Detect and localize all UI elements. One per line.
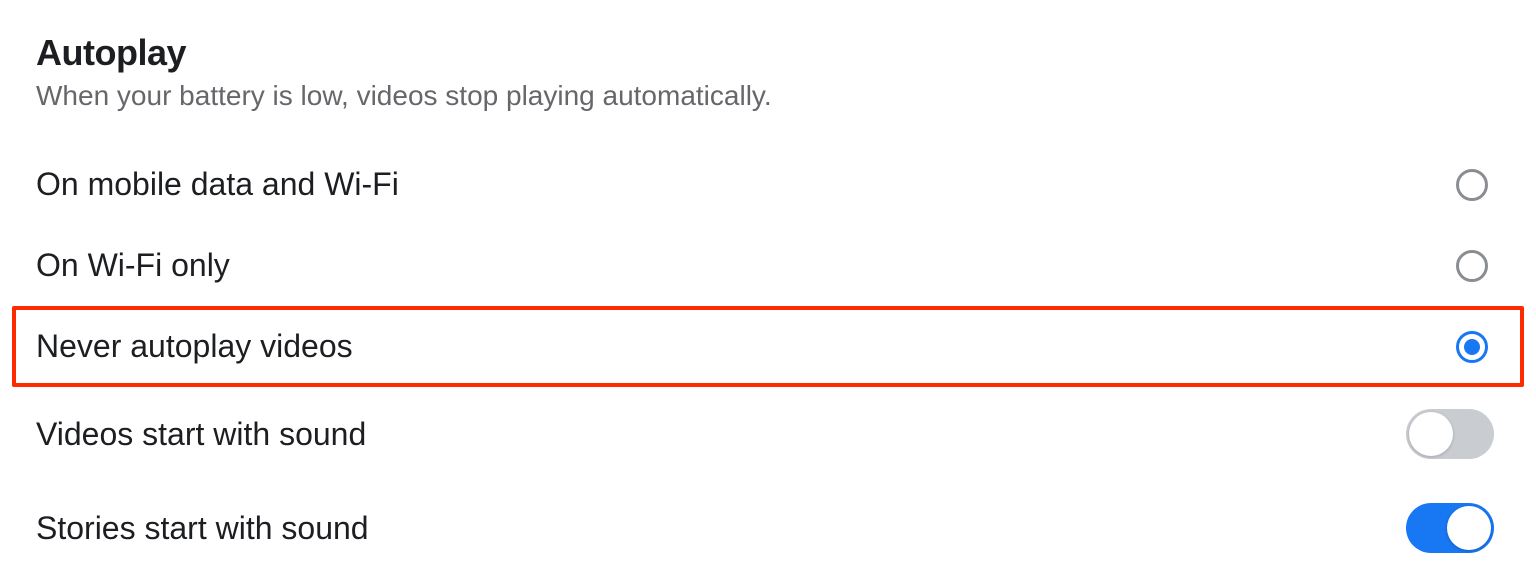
option-label: Never autoplay videos <box>36 328 353 365</box>
toggle-label: Videos start with sound <box>36 416 366 453</box>
toggle-row-videos-sound: Videos start with sound <box>36 387 1500 481</box>
option-row-mobile-wifi[interactable]: On mobile data and Wi-Fi <box>36 144 1500 225</box>
section-subtitle: When your battery is low, videos stop pl… <box>36 80 1500 112</box>
toggle-videos-sound[interactable] <box>1406 409 1494 459</box>
option-label: On mobile data and Wi-Fi <box>36 166 399 203</box>
toggle-thumb-icon <box>1447 506 1491 550</box>
radio-icon[interactable] <box>1456 250 1488 282</box>
toggle-thumb-icon <box>1409 412 1453 456</box>
radio-icon[interactable] <box>1456 169 1488 201</box>
toggle-row-stories-sound: Stories start with sound <box>36 481 1500 575</box>
option-label: On Wi-Fi only <box>36 247 230 284</box>
autoplay-section: Autoplay When your battery is low, video… <box>36 32 1500 575</box>
radio-icon[interactable] <box>1456 331 1488 363</box>
option-row-wifi-only[interactable]: On Wi-Fi only <box>36 225 1500 306</box>
toggle-stories-sound[interactable] <box>1406 503 1494 553</box>
toggle-label: Stories start with sound <box>36 510 369 547</box>
option-row-never[interactable]: Never autoplay videos <box>36 306 1500 387</box>
section-title: Autoplay <box>36 32 1500 74</box>
